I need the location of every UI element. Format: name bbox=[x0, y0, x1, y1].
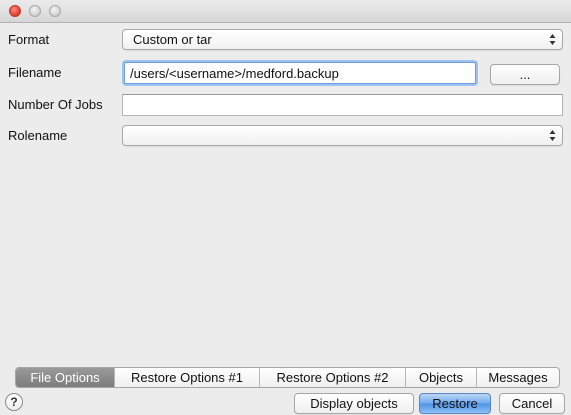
tab-restore-options-1[interactable]: Restore Options #1 bbox=[115, 368, 260, 387]
maximize-window-button[interactable] bbox=[49, 5, 61, 17]
tab-file-options[interactable]: File Options bbox=[16, 368, 115, 387]
tab-objects[interactable]: Objects bbox=[406, 368, 477, 387]
rolename-label: Rolename bbox=[8, 128, 68, 143]
browse-button[interactable]: ... bbox=[490, 64, 560, 85]
filename-label: Filename bbox=[8, 65, 62, 80]
cancel-button[interactable]: Cancel bbox=[499, 393, 565, 414]
jobs-label: Number Of Jobs bbox=[8, 97, 103, 112]
format-select[interactable]: Custom or tar bbox=[122, 29, 563, 50]
help-button[interactable]: ? bbox=[5, 393, 23, 411]
restore-button[interactable]: Restore bbox=[419, 393, 491, 414]
format-select-value: Custom or tar bbox=[133, 32, 212, 47]
select-arrows-icon bbox=[549, 34, 556, 45]
format-label: Format bbox=[8, 32, 50, 47]
rolename-select[interactable] bbox=[122, 125, 563, 146]
jobs-input[interactable] bbox=[122, 94, 563, 116]
close-window-button[interactable] bbox=[9, 5, 21, 17]
display-objects-button[interactable]: Display objects bbox=[294, 393, 414, 414]
title-bar bbox=[0, 0, 571, 23]
minimize-window-button[interactable] bbox=[29, 5, 41, 17]
tab-bar: File Options Restore Options #1 Restore … bbox=[15, 367, 560, 388]
tab-restore-options-2[interactable]: Restore Options #2 bbox=[260, 368, 406, 387]
filename-input[interactable]: /users/<username>/medford.backup bbox=[124, 62, 476, 84]
tab-messages[interactable]: Messages bbox=[477, 368, 559, 387]
select-arrows-icon bbox=[549, 130, 556, 141]
filename-input-value: /users/<username>/medford.backup bbox=[130, 66, 339, 81]
